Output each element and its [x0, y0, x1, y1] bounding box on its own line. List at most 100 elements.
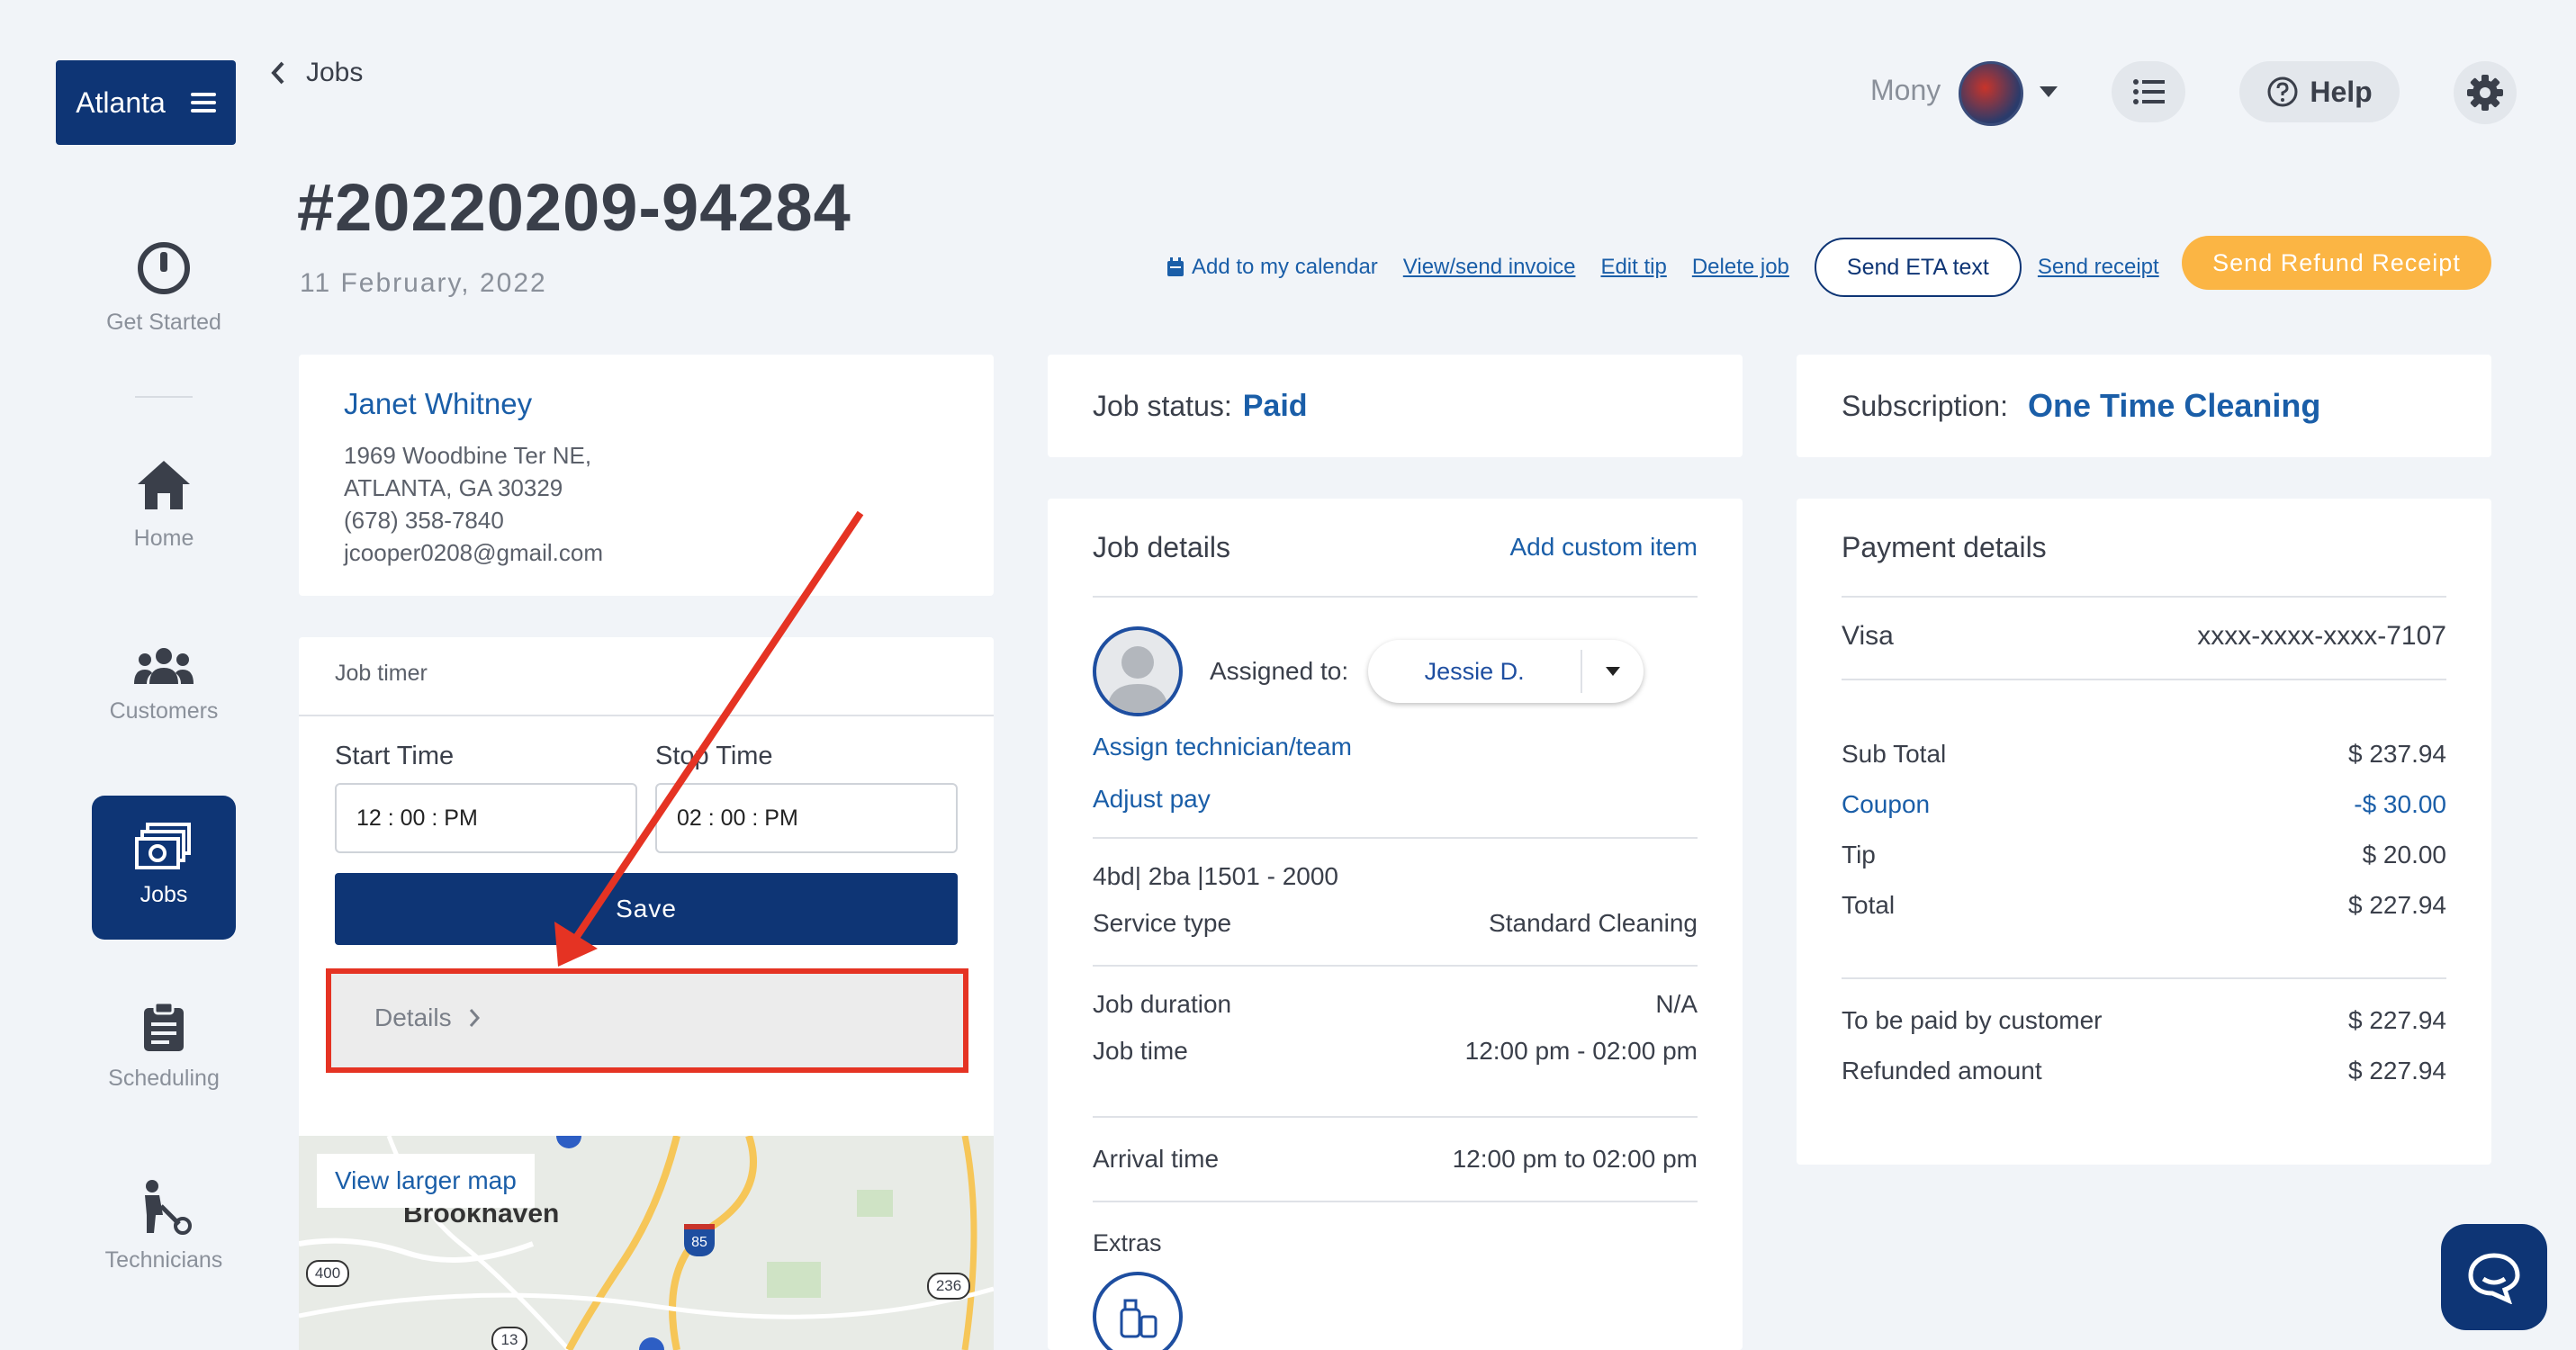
chevron-left-icon [271, 61, 284, 85]
annotation-highlight-box [326, 968, 968, 1073]
edit-tip-link[interactable]: Edit tip [1600, 255, 1666, 280]
arrival-time-value: 12:00 pm to 02:00 pm [1452, 1145, 1698, 1173]
back-link[interactable]: Jobs [270, 58, 363, 88]
chevron-down-icon [1582, 666, 1644, 677]
customer-name[interactable]: Janet Whitney [344, 387, 949, 421]
subtotal-label: Sub Total [1842, 740, 1947, 768]
sidebar-item-technicians[interactable]: Technicians [92, 1179, 236, 1274]
avatar[interactable] [1959, 61, 2023, 126]
job-duration-value: N/A [1655, 990, 1698, 1018]
customer-phone: (678) 358-7840 [344, 507, 504, 534]
coupon-value: -$ 30.00 [2354, 790, 2446, 818]
job-timer-title: Job timer [299, 637, 994, 716]
arrival-time-label: Arrival time [1093, 1145, 1220, 1173]
adjust-pay-link[interactable]: Adjust pay [1093, 785, 1698, 814]
chat-bubble-icon [2468, 1253, 2520, 1304]
sidebar-item-label: Jobs [140, 882, 188, 907]
job-details-card: Job details Add custom item Assigned to:… [1048, 499, 1743, 1350]
refunded-amount-value: $ 227.94 [2348, 1057, 2446, 1084]
add-custom-item-link[interactable]: Add custom item [1509, 533, 1698, 562]
job-status-card: Job status: Paid [1048, 355, 1743, 457]
sidebar-item-label: Scheduling [108, 1066, 220, 1091]
power-icon [138, 242, 190, 294]
hamburger-menu-icon[interactable] [190, 93, 216, 112]
add-to-calendar-link[interactable]: Add to my calendar [1166, 255, 1378, 280]
job-details-title: Job details [1093, 530, 1230, 563]
cleaning-supplies-icon [1120, 1299, 1157, 1338]
send-receipt-link[interactable]: Send receipt [2038, 255, 2159, 280]
assigned-technician-value: Jessie D. [1424, 657, 1525, 685]
total-value: $ 227.94 [2348, 891, 2446, 919]
gear-icon [2467, 75, 2503, 111]
delete-job-link[interactable]: Delete job [1692, 255, 1789, 280]
stop-time-input[interactable]: 02 : 00 : PM [655, 783, 958, 853]
sidebar-item-label: Get Started [106, 310, 221, 335]
stop-time-label: Stop Time [655, 742, 773, 770]
sidebar-item-customers[interactable]: Customers [92, 646, 236, 724]
interstate-shield-85: 85 [684, 1224, 715, 1256]
technician-icon [145, 1180, 192, 1235]
save-button[interactable]: Save [335, 873, 958, 945]
person-placeholder-icon [1107, 646, 1168, 713]
customer-card: Janet Whitney 1969 Woodbine Ter NE, ATLA… [299, 355, 994, 596]
service-type-value: Standard Cleaning [1489, 909, 1698, 937]
assign-technician-link[interactable]: Assign technician/team [1093, 733, 1698, 761]
view-invoice-link[interactable]: View/send invoice [1403, 255, 1576, 280]
page-title: #20220209-94284 [297, 170, 851, 245]
subscription-label: Subscription: [1842, 389, 2008, 422]
settings-button[interactable] [2454, 61, 2517, 124]
route-shield-400: 400 [306, 1260, 349, 1287]
sidebar-item-get-started[interactable]: Get Started [92, 239, 236, 336]
location-name: Atlanta [76, 86, 166, 119]
card-number: xxxx-xxxx-xxxx-7107 [2197, 621, 2446, 651]
route-shield-236: 236 [927, 1273, 970, 1300]
sidebar-item-scheduling[interactable]: Scheduling [92, 1001, 236, 1092]
payment-details-card: Payment details Visa xxxx-xxxx-xxxx-7107… [1797, 499, 2491, 1165]
send-eta-button[interactable]: Send ETA text [1814, 238, 2022, 297]
refunded-amount-label: Refunded amount [1842, 1057, 2042, 1084]
start-time-label: Start Time [335, 742, 455, 770]
help-button[interactable]: Help [2239, 61, 2400, 122]
job-status-value: Paid [1242, 388, 1308, 423]
start-time-input[interactable]: 12 : 00 : PM [335, 783, 637, 853]
view-larger-map-link[interactable]: View larger map [317, 1154, 535, 1208]
calendar-icon [1167, 257, 1184, 276]
extras-label: Extras [1093, 1229, 1162, 1256]
list-button[interactable] [2112, 61, 2185, 122]
route-shield-13: 13 [491, 1327, 527, 1350]
sidebar-item-home[interactable]: Home [92, 457, 236, 552]
location-selector[interactable]: Atlanta [56, 60, 236, 145]
payment-details-title: Payment details [1842, 499, 2446, 598]
home-icon [138, 461, 190, 509]
sidebar-divider [135, 396, 193, 398]
subscription-value: One Time Cleaning [2027, 387, 2321, 424]
send-refund-receipt-button[interactable]: Send Refund Receipt [2182, 236, 2491, 290]
user-name[interactable]: Mony [1870, 74, 1941, 107]
coupon-label: Coupon [1842, 790, 1931, 818]
chevron-down-icon[interactable] [2040, 86, 2058, 97]
help-label: Help [2310, 75, 2373, 108]
assigned-technician-select[interactable]: Jessie D. [1368, 640, 1644, 703]
extra-item-icon[interactable] [1093, 1272, 1183, 1350]
customer-email: jcooper0208@gmail.com [344, 539, 603, 566]
tip-label: Tip [1842, 841, 1876, 868]
job-time-label: Job time [1093, 1037, 1188, 1065]
chat-button[interactable] [2441, 1224, 2547, 1330]
job-actions: Add to my calendar View/send invoice Edi… [1166, 238, 2184, 297]
sidebar-item-label: Customers [109, 698, 219, 724]
total-label: Total [1842, 891, 1896, 919]
back-label: Jobs [306, 58, 364, 87]
clipboard-icon [144, 1001, 184, 1051]
sidebar-item-jobs[interactable]: Jobs [92, 796, 236, 940]
list-icon [2133, 79, 2165, 104]
users-icon [134, 648, 194, 684]
sidebar-item-label: Home [133, 526, 194, 551]
to-be-paid-value: $ 227.94 [2348, 1006, 2446, 1034]
customer-address-line1: 1969 Woodbine Ter NE, [344, 442, 592, 469]
customer-address-line2: ATLANTA, GA 30329 [344, 474, 563, 501]
tip-value: $ 20.00 [2362, 841, 2446, 868]
subtotal-value: $ 237.94 [2348, 740, 2446, 768]
jobs-icon [135, 823, 191, 869]
question-circle-icon [2267, 76, 2298, 107]
rooms-summary: 4bd| 2ba |1501 - 2000 [1093, 862, 1338, 890]
